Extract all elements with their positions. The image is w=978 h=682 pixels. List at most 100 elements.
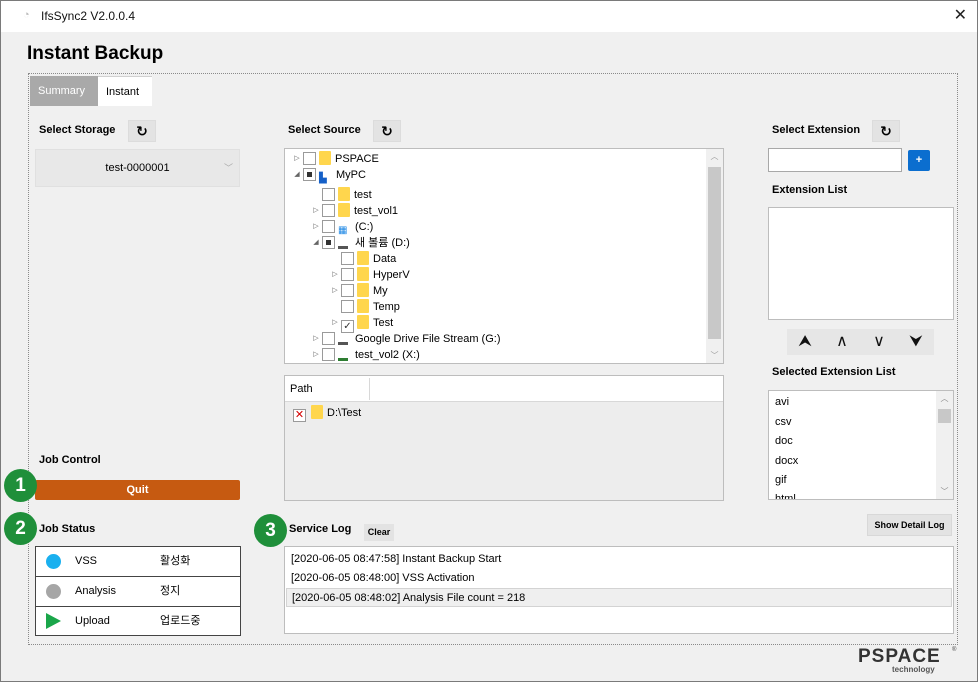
window-title: IfsSync2 V2.0.0.4 bbox=[41, 9, 136, 23]
source-refresh-button[interactable]: ↻ bbox=[373, 120, 401, 142]
expand-icon[interactable]: ▷ bbox=[310, 203, 322, 219]
job-control-label: Job Control bbox=[39, 454, 101, 466]
expand-icon[interactable]: ▷ bbox=[329, 267, 341, 283]
refresh-icon: ↻ bbox=[381, 123, 393, 139]
status-row: Analysis 정지 bbox=[36, 576, 240, 605]
tree-node[interactable]: ◢ ▬ 새 볼륨 (D:) bbox=[310, 235, 410, 252]
path-list: Path ✕ D:\Test bbox=[284, 375, 724, 501]
tree-node[interactable]: ▷ PSPACE bbox=[291, 151, 379, 167]
list-item[interactable]: avi bbox=[775, 396, 789, 408]
tree-node[interactable]: ▷ ▬ Google Drive File Stream (G:) bbox=[310, 331, 500, 348]
service-log-list[interactable]: [2020-06-05 08:47:58] Instant Backup Sta… bbox=[284, 546, 954, 634]
tree-checkbox[interactable] bbox=[322, 188, 335, 201]
tree-node-label: test_vol2 (X:) bbox=[355, 349, 420, 361]
quit-button[interactable]: Quit bbox=[35, 480, 240, 500]
tree-node[interactable]: ▷ ✓ Test bbox=[329, 315, 393, 333]
tree-checkbox[interactable] bbox=[322, 348, 335, 361]
folder-icon bbox=[311, 405, 323, 419]
tree-checkbox[interactable] bbox=[341, 252, 354, 265]
tree-checkbox[interactable] bbox=[303, 168, 316, 181]
tree-checkbox[interactable] bbox=[322, 204, 335, 217]
source-tree[interactable]: ▷ PSPACE ◢ ▙ MyPC test ▷ test_vol1 ▷ ▦ (C:) ◢ ▬… bbox=[284, 148, 724, 364]
expand-icon[interactable]: ▷ bbox=[329, 315, 341, 331]
tree-node[interactable]: Data bbox=[329, 251, 396, 267]
tree-node[interactable]: ▷ My bbox=[329, 283, 388, 299]
tree-scrollbar[interactable]: ︿ ﹀ bbox=[706, 149, 723, 363]
refresh-icon: ↻ bbox=[880, 123, 892, 139]
column-divider[interactable] bbox=[369, 378, 370, 400]
folder-icon bbox=[357, 283, 369, 297]
status-value: 업로드중 bbox=[160, 615, 201, 627]
tree-checkbox[interactable] bbox=[322, 332, 335, 345]
title-bar: ◔ IfsSync2 V2.0.0.4 ✕ bbox=[1, 1, 977, 32]
refresh-icon: ↻ bbox=[136, 123, 148, 139]
move-bottom-icon[interactable]: ⮟ bbox=[898, 330, 934, 354]
clear-log-button[interactable]: Clear bbox=[364, 524, 394, 541]
close-icon[interactable]: ✕ bbox=[954, 5, 967, 25]
expand-icon[interactable]: ▷ bbox=[329, 283, 341, 299]
network-drive-icon: ▬ bbox=[338, 353, 348, 364]
collapse-icon[interactable]: ◢ bbox=[310, 235, 322, 251]
log-entry[interactable]: [2020-06-05 08:48:00] VSS Activation bbox=[286, 569, 952, 588]
move-up-icon[interactable]: ∧ bbox=[824, 330, 860, 354]
expand-icon[interactable]: ▷ bbox=[310, 347, 322, 363]
log-entry[interactable]: [2020-06-05 08:47:58] Instant Backup Sta… bbox=[286, 550, 952, 569]
move-buttons: ⮝ ∧ ∨ ⮟ bbox=[787, 329, 934, 355]
list-item[interactable]: csv bbox=[775, 416, 792, 428]
tab-instant[interactable]: Instant bbox=[98, 76, 152, 106]
tree-node[interactable]: ▷ ▦ (C:) bbox=[310, 219, 373, 236]
scroll-down-icon[interactable]: ﹀ bbox=[936, 486, 953, 497]
tree-node[interactable]: ▷ HyperV bbox=[329, 267, 410, 283]
tree-checkbox[interactable] bbox=[341, 300, 354, 313]
storage-refresh-button[interactable]: ↻ bbox=[128, 120, 156, 142]
storage-select-value: test-0000001 bbox=[105, 162, 170, 174]
show-detail-log-button[interactable]: Show Detail Log bbox=[867, 514, 952, 536]
list-item[interactable]: doc bbox=[775, 435, 793, 447]
extension-refresh-button[interactable]: ↻ bbox=[872, 120, 900, 142]
status-name: Upload bbox=[75, 615, 110, 627]
expand-icon[interactable]: ▷ bbox=[310, 219, 322, 235]
scrollbar-thumb[interactable] bbox=[708, 167, 721, 339]
log-entry[interactable]: [2020-06-05 08:48:02] Analysis File coun… bbox=[286, 588, 952, 607]
tree-node[interactable]: ▷ test_vol1 bbox=[310, 203, 398, 219]
list-item[interactable]: gif bbox=[775, 474, 787, 486]
scrollbar-thumb[interactable] bbox=[938, 409, 951, 423]
tree-node[interactable]: ◢ ▙ MyPC bbox=[291, 167, 366, 184]
path-row[interactable]: ✕ D:\Test bbox=[293, 405, 361, 422]
list-item[interactable]: html bbox=[775, 493, 796, 499]
move-top-icon[interactable]: ⮝ bbox=[787, 330, 823, 354]
network-folder-icon bbox=[338, 203, 350, 217]
scroll-down-icon[interactable]: ﹀ bbox=[706, 350, 723, 361]
tree-node[interactable]: Temp bbox=[329, 299, 400, 315]
computer-icon: ▙ bbox=[319, 173, 327, 184]
expand-icon[interactable]: ▷ bbox=[291, 151, 303, 167]
tree-node[interactable]: ▷ ▬ test_vol2 (X:) bbox=[310, 347, 420, 363]
remove-path-icon[interactable]: ✕ bbox=[293, 409, 306, 422]
select-storage-label: Select Storage bbox=[39, 124, 116, 136]
scroll-up-icon[interactable]: ︿ bbox=[706, 151, 723, 162]
tree-checkbox[interactable] bbox=[322, 220, 335, 233]
extension-list[interactable] bbox=[768, 207, 954, 320]
selected-extension-list[interactable]: avi csv doc docx gif html ︿ ﹀ bbox=[768, 390, 954, 500]
storage-select[interactable]: test-0000001 ﹀ bbox=[35, 149, 240, 187]
tree-node-label: test bbox=[354, 189, 372, 201]
tree-node[interactable]: test bbox=[310, 187, 372, 203]
tree-node-label: PSPACE bbox=[335, 153, 379, 165]
extension-scrollbar[interactable]: ︿ ﹀ bbox=[936, 391, 953, 499]
move-down-icon[interactable]: ∨ bbox=[861, 330, 897, 354]
tree-checkbox[interactable] bbox=[341, 268, 354, 281]
expand-icon[interactable]: ▷ bbox=[310, 331, 322, 347]
tree-checkbox[interactable] bbox=[341, 284, 354, 297]
tab-summary[interactable]: Summary bbox=[30, 76, 98, 106]
tree-checkbox[interactable] bbox=[322, 236, 335, 249]
collapse-icon[interactable]: ◢ bbox=[291, 167, 303, 183]
tree-checkbox[interactable] bbox=[303, 152, 316, 165]
list-item[interactable]: docx bbox=[775, 455, 798, 467]
status-row: Upload 업로드중 bbox=[36, 606, 240, 635]
status-value: 활성화 bbox=[160, 555, 191, 567]
scroll-up-icon[interactable]: ︿ bbox=[936, 393, 953, 404]
extension-input[interactable] bbox=[768, 148, 902, 172]
folder-icon bbox=[319, 151, 331, 165]
tree-node-label: My bbox=[373, 285, 388, 297]
add-extension-button[interactable]: + bbox=[908, 150, 930, 171]
